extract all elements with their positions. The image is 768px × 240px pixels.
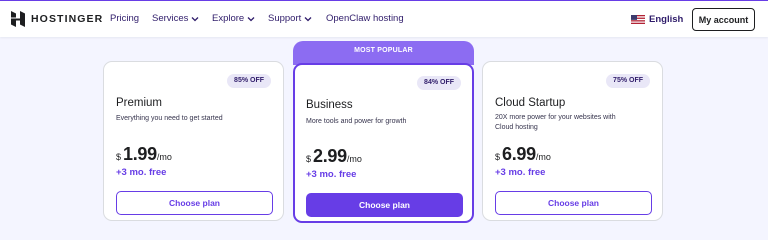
- price-currency: $: [495, 152, 501, 162]
- plan-card-business: 84% OFF Business More tools and power fo…: [293, 63, 474, 223]
- plan-price: $ 2.99 /mo: [306, 146, 362, 167]
- price-amount: 1.99: [123, 144, 157, 164]
- price-amount: 6.99: [502, 144, 536, 164]
- choose-plan-button[interactable]: Choose plan: [116, 191, 273, 215]
- price-period: /mo: [156, 152, 172, 162]
- choose-plan-button[interactable]: Choose plan: [306, 193, 463, 217]
- price-amount: 2.99: [313, 146, 347, 166]
- price-period: /mo: [535, 152, 551, 162]
- plan-card-premium: 85% OFF Premium Everything you need to g…: [103, 61, 284, 221]
- price-currency: $: [116, 152, 122, 162]
- hostinger-logo-icon: [11, 11, 25, 27]
- plan-description: Everything you need to get started: [116, 115, 223, 122]
- discount-badge: 85% OFF: [227, 74, 271, 88]
- nav-item-explore[interactable]: Explore: [212, 13, 255, 24]
- discount-badge: 75% OFF: [606, 74, 650, 88]
- us-flag-icon: [631, 15, 645, 24]
- chevron-down-icon: [247, 16, 255, 21]
- top-navigation-bar: HOSTINGER Pricing Services Explore Suppo…: [0, 0, 768, 37]
- nav-item-openclaw-hosting[interactable]: OpenClaw hosting: [326, 13, 404, 24]
- nav-item-pricing[interactable]: Pricing: [110, 13, 139, 24]
- plan-name: Business: [306, 99, 353, 111]
- plan-description: More tools and power for growth: [306, 118, 407, 125]
- free-months: +3 mo. free: [116, 167, 167, 178]
- brand-logo[interactable]: HOSTINGER: [11, 11, 103, 27]
- nav-item-label: Services: [152, 13, 189, 24]
- language-selector[interactable]: English: [631, 14, 683, 25]
- choose-plan-button[interactable]: Choose plan: [495, 191, 652, 215]
- free-months: +3 mo. free: [495, 167, 546, 178]
- plan-name: Cloud Startup: [495, 97, 566, 109]
- discount-badge: 84% OFF: [417, 76, 461, 90]
- nav-item-support[interactable]: Support: [268, 13, 312, 24]
- price-period: /mo: [346, 154, 362, 164]
- plan-name: Premium: [116, 97, 163, 109]
- chevron-down-icon: [304, 16, 312, 21]
- plan-description: 20X more power for your websites with Cl…: [495, 114, 616, 131]
- nav-item-label: OpenClaw hosting: [326, 13, 404, 24]
- plan-price: $ 1.99 /mo: [116, 144, 172, 165]
- price-currency: $: [306, 154, 312, 164]
- nav-item-label: Explore: [212, 13, 245, 24]
- language-label: English: [649, 14, 684, 25]
- chevron-down-icon: [191, 16, 199, 21]
- nav-item-services[interactable]: Services: [152, 13, 199, 24]
- my-account-button[interactable]: My account: [692, 8, 755, 31]
- plan-card-cloud-startup: 75% OFF Cloud Startup 20X more power for…: [482, 61, 663, 221]
- plan-price: $ 6.99 /mo: [495, 144, 551, 165]
- most-popular-label: MOST POPULAR: [293, 41, 474, 65]
- nav-item-label: Support: [268, 13, 302, 24]
- free-months: +3 mo. free: [306, 169, 357, 180]
- nav-item-label: Pricing: [110, 13, 140, 24]
- brand-name: HOSTINGER: [31, 13, 104, 25]
